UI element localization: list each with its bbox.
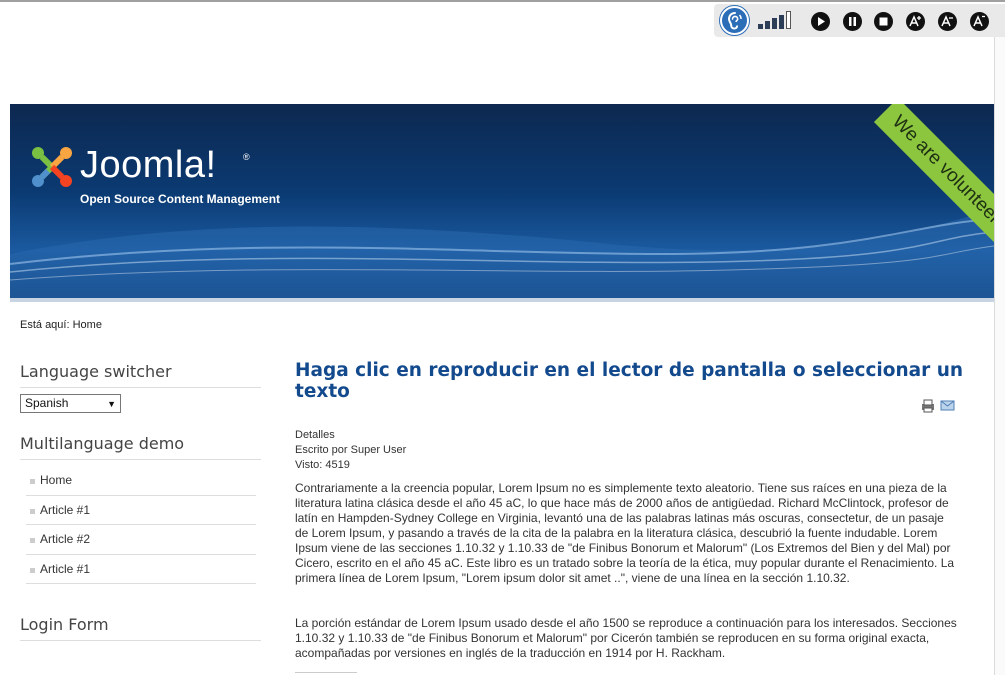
print-icon[interactable] — [922, 399, 934, 413]
pause-icon[interactable] — [843, 12, 862, 31]
article-paragraph-2: La porción estándar de Lorem Ipsum usado… — [295, 616, 957, 660]
language-select[interactable]: Spanish ▼ — [20, 394, 121, 413]
accessibility-toolbar — [714, 4, 1005, 37]
article-title: Haga clic en reproducir en el lector de … — [295, 360, 964, 402]
play-icon[interactable] — [811, 12, 830, 31]
bullet-icon — [30, 479, 35, 484]
article-icons — [920, 399, 956, 418]
font-decrease-icon[interactable] — [938, 12, 957, 31]
menu-item-home[interactable]: Home — [26, 466, 256, 496]
font-increase-icon[interactable] — [906, 12, 925, 31]
details-label: Detalles — [295, 429, 335, 441]
bullet-icon — [30, 508, 35, 514]
email-icon[interactable] — [940, 400, 955, 411]
bullet-icon — [30, 538, 35, 543]
breadcrumb-home-link[interactable]: Home — [73, 319, 102, 331]
bullet-icon — [30, 567, 35, 573]
font-reset-icon[interactable] — [970, 12, 989, 31]
banner-divider — [10, 298, 994, 302]
multilanguage-demo-title: Multilanguage demo — [20, 434, 261, 460]
breadcrumb: Está aquí: Home — [20, 319, 102, 331]
dropdown-arrow-icon: ▼ — [107, 399, 116, 409]
language-switcher-title: Language switcher — [20, 362, 261, 388]
scrollbar-track[interactable] — [994, 37, 1005, 675]
menu-item-article-2[interactable]: Article #2 — [26, 525, 256, 555]
article-hits: Visto: 4519 — [295, 459, 350, 471]
window-top-border — [0, 0, 1005, 2]
multilanguage-menu: Home Article #1 Article #2 Article #1 — [26, 466, 256, 584]
volunteers-ribbon: We are volunteers ! — [873, 104, 994, 257]
site-header-banner: Joomla! ® Open Source Content Management… — [10, 104, 994, 300]
menu-item-article-1[interactable]: Article #1 — [26, 496, 256, 525]
language-select-value: Spanish — [25, 396, 69, 410]
article-details: Detalles Escrito por Super User Visto: 4… — [295, 428, 406, 473]
menu-item-article-1-alt[interactable]: Article #1 — [26, 555, 256, 584]
article-paragraph-1: Contrariamente a la creencia popular, Lo… — [295, 481, 955, 585]
login-form-title: Login Form — [20, 615, 261, 641]
stop-icon[interactable] — [874, 12, 893, 31]
ear-icon[interactable] — [720, 6, 749, 35]
breadcrumb-prefix: Está aquí: — [20, 319, 70, 331]
article-author: Escrito por Super User — [295, 444, 407, 456]
volume-level-icon[interactable] — [758, 11, 802, 29]
